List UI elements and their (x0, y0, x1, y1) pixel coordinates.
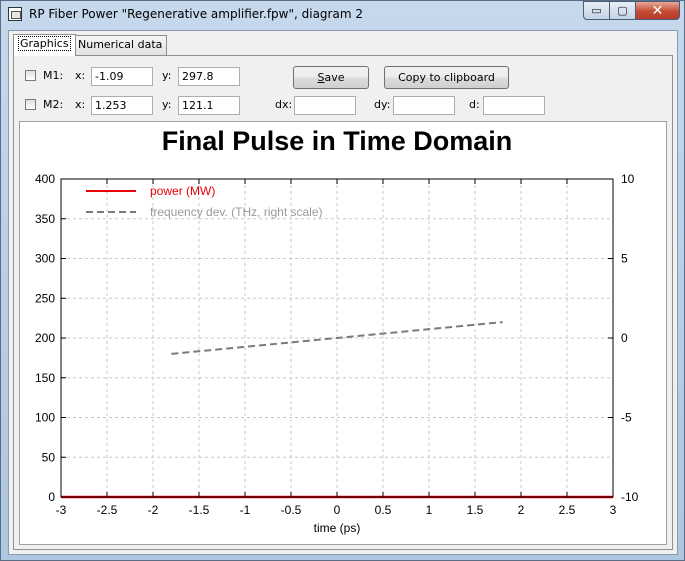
minimize-button[interactable]: ▭ (583, 1, 610, 20)
d-label: d: (469, 98, 480, 111)
chart-title: Final Pulse in Time Domain (162, 126, 513, 156)
x-tick-label: -1 (240, 503, 251, 517)
dx-field[interactable] (294, 96, 356, 115)
save-button[interactable]: Save (293, 66, 369, 89)
x-tick-label: 3 (610, 503, 617, 517)
y2-tick-label: -5 (621, 411, 632, 425)
m2-y-field[interactable]: 121.1 (178, 96, 240, 115)
dy-field[interactable] (393, 96, 455, 115)
m1-y-label: y: (162, 69, 172, 82)
y2-tick-label: 5 (621, 252, 628, 266)
legend: power (MW) frequency dev. (THz, right sca… (86, 184, 323, 219)
copy-to-clipboard-button[interactable]: Copy to clipboard (384, 66, 509, 89)
x-tick-label: -3 (56, 503, 67, 517)
window-client-area: Graphics Numerical data M1: x: -1.09 y: … (8, 30, 678, 555)
tab-graphics-label: Graphics (18, 36, 71, 51)
x-tick-label: 1 (426, 503, 433, 517)
y-tick-label: 200 (35, 331, 55, 345)
y-tick-label: 400 (35, 172, 55, 186)
close-button[interactable]: ✕ (635, 1, 680, 20)
tab-graphics[interactable]: Graphics (13, 34, 76, 56)
y-tick-label: 300 (35, 252, 55, 266)
y-tick-label: 0 (48, 490, 55, 504)
m1-y-field[interactable]: 297.8 (178, 67, 240, 86)
y2-tick-label: -10 (621, 490, 639, 504)
legend-label-1: power (MW) (150, 184, 215, 198)
save-label: ave (324, 71, 345, 84)
close-icon: ✕ (651, 2, 664, 19)
x-tick-label: 2.5 (559, 503, 576, 517)
dx-label: dx: (275, 98, 293, 111)
chart-canvas[interactable]: -3 -2.5 -2 -1.5 -1 -0.5 0 0.5 1 1.5 2 2.5 3050100150… (20, 122, 666, 544)
m2-x-label: x: (75, 98, 86, 111)
y-tick-label: 100 (35, 411, 55, 425)
m2-y-label: y: (162, 98, 172, 111)
tab-numerical-data-label: Numerical data (78, 38, 163, 51)
m1-checkbox[interactable] (25, 70, 36, 81)
x-axis-title: time (ps) (314, 521, 361, 535)
y-tick-label: 150 (35, 371, 55, 385)
dy-label: dy: (374, 98, 391, 111)
m1-x-field[interactable]: -1.09 (91, 67, 153, 86)
chart-frame: -3 -2.5 -2 -1.5 -1 -0.5 0 0.5 1 1.5 2 2.5 3 0 50 100 150… (19, 121, 667, 545)
y2-tick-label: 0 (621, 331, 628, 345)
m1-x-label: x: (75, 69, 86, 82)
legend-label-2: frequency dev. (THz, right scale) (150, 205, 323, 219)
y-tick-label: 350 (35, 212, 55, 226)
x-tick-label: 1.5 (467, 503, 484, 517)
title-bar[interactable]: RP Fiber Power "Regenerative amplifier.f… (1, 1, 684, 29)
x-tick-label: -1.5 (189, 503, 210, 517)
y-tick-label: 250 (35, 291, 55, 305)
y2-tick-label: 10 (621, 172, 635, 186)
m1-label: M1: (43, 69, 64, 82)
x-tick-label: 0.5 (375, 503, 392, 517)
m2-label: M2: (43, 98, 64, 111)
app-icon[interactable] (8, 7, 22, 21)
graphics-panel: M1: x: -1.09 y: 297.8 Save Copy to clipb… (13, 55, 673, 550)
x-tick-label: -0.5 (281, 503, 302, 517)
maximize-button[interactable]: ▢ (609, 1, 636, 20)
x-tick-label: 2 (518, 503, 525, 517)
maximize-icon: ▢ (617, 4, 628, 17)
x-tick-label: -2.5 (97, 503, 118, 517)
minimize-icon: ▭ (591, 4, 602, 17)
x-tick-label: 0 (334, 503, 341, 517)
m2-checkbox[interactable] (25, 99, 36, 110)
x-tick-label: -2 (148, 503, 159, 517)
y-tick-label: 50 (42, 450, 56, 464)
m2-x-field[interactable]: 1.253 (91, 96, 153, 115)
app-window: RP Fiber Power "Regenerative amplifier.f… (0, 0, 685, 561)
window-title: RP Fiber Power "Regenerative amplifier.f… (29, 7, 363, 21)
copy-to-clipboard-label: Copy to clipboard (398, 71, 495, 84)
tab-numerical-data[interactable]: Numerical data (73, 35, 168, 55)
d-field[interactable] (483, 96, 545, 115)
save-label-accesskey: S (317, 71, 325, 84)
